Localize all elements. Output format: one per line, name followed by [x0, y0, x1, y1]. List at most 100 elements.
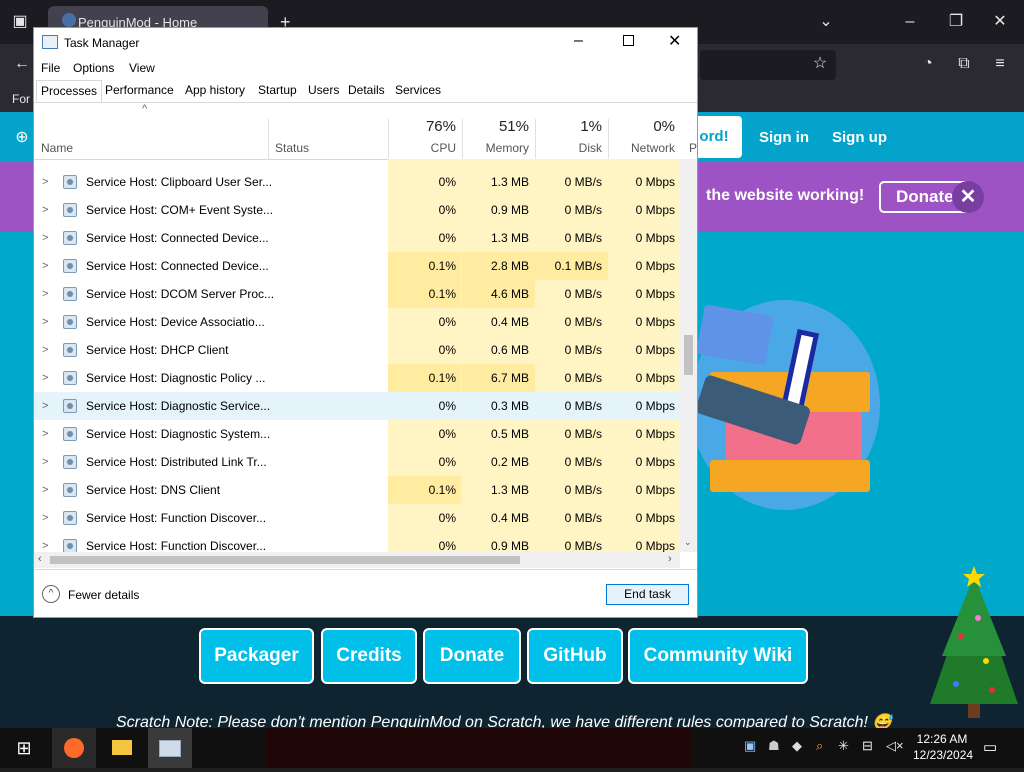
task-manager-footer: ^ Fewer details End task — [34, 569, 697, 618]
tray-icon-5[interactable]: ✳ — [838, 738, 849, 754]
tab-list-icon[interactable]: ▣ — [8, 12, 32, 32]
task-manager-taskbar-icon[interactable] — [148, 728, 192, 768]
expand-chevron-icon[interactable]: > — [42, 364, 54, 392]
process-row[interactable]: > Service Host: DNS Client 0.1% 1.3 MB 0 MB/… — [34, 476, 680, 504]
tab-users[interactable]: Users — [304, 80, 343, 101]
column-disk[interactable]: Disk — [535, 141, 602, 155]
expand-chevron-icon[interactable]: > — [42, 280, 54, 308]
tab-performance[interactable]: Performance — [101, 80, 178, 101]
menu-view[interactable]: View — [129, 61, 155, 75]
sign-up-link[interactable]: Sign up — [832, 129, 887, 146]
expand-chevron-icon[interactable]: > — [42, 448, 54, 476]
vertical-scrollbar[interactable]: ⌄ — [680, 159, 697, 552]
tab-app-history[interactable]: App history — [181, 80, 249, 101]
process-row[interactable]: > Service Host: Function Discover... 0% 0.9… — [34, 532, 680, 552]
expand-chevron-icon[interactable]: > — [42, 168, 54, 196]
menu-icon[interactable]: ≡ — [988, 54, 1012, 74]
disk-total: 1% — [580, 118, 602, 135]
end-task-button[interactable]: End task — [606, 584, 689, 605]
file-explorer-icon[interactable] — [100, 728, 144, 768]
process-row[interactable]: > Service Host: COM+ Event Syste... 0% 0.9 … — [34, 196, 680, 224]
expand-chevron-icon[interactable]: > — [42, 532, 54, 552]
tm-close-icon[interactable]: ✕ — [668, 31, 681, 51]
vertical-scrollbar-thumb[interactable] — [684, 335, 693, 375]
service-gear-icon — [63, 455, 77, 469]
process-row[interactable]: > Service Host: Diagnostic System... 0% 0.5… — [34, 420, 680, 448]
windows-start-icon[interactable]: ⊞ — [2, 728, 46, 768]
chevron-down-icon[interactable]: ⌄ — [814, 12, 838, 32]
expand-chevron-icon[interactable]: > — [42, 196, 54, 224]
horizontal-scrollbar-thumb[interactable] — [50, 556, 520, 564]
sign-in-link[interactable]: Sign in — [759, 129, 809, 146]
process-row[interactable]: > Service Host: Diagnostic Policy ... 0.1%… — [34, 364, 680, 392]
search-tray-icon[interactable]: ⌕ — [816, 738, 823, 754]
scroll-left-icon[interactable]: ‹ — [38, 553, 42, 565]
expand-chevron-icon[interactable]: > — [42, 252, 54, 280]
service-gear-icon — [63, 203, 77, 217]
tab-details[interactable]: Details — [344, 80, 389, 101]
clock[interactable]: 12:26 AM 12/23/2024 — [913, 732, 973, 762]
process-row[interactable]: > Service Host: DCOM Server Proc... 0.1% 4.… — [34, 280, 680, 308]
horizontal-scrollbar[interactable]: ‹ › — [34, 552, 680, 568]
minimize-icon[interactable]: – — [898, 12, 922, 32]
process-row[interactable]: > Service Host: DHCP Client 0% 0.6 MB 0 MB/s… — [34, 336, 680, 364]
tray-icon-1[interactable]: ▣ — [744, 738, 756, 754]
expand-chevron-icon[interactable]: > — [42, 420, 54, 448]
network-icon[interactable]: ⊟ — [862, 738, 873, 754]
tm-maximize-icon[interactable] — [623, 35, 634, 46]
bookmark-item[interactable]: For — [12, 92, 30, 106]
packager-button[interactable]: Packager — [199, 628, 314, 684]
notifications-icon[interactable]: ▭ — [983, 738, 997, 756]
process-name: Service Host: COM+ Event Syste... — [86, 203, 274, 217]
scroll-right-icon[interactable]: › — [668, 553, 672, 565]
tm-minimize-icon[interactable]: – — [574, 32, 583, 50]
process-row[interactable]: > Service Host: Device Associatio... 0% 0.4… — [34, 308, 680, 336]
donate-footer-button[interactable]: Donate — [423, 628, 521, 684]
column-network[interactable]: Network — [608, 141, 675, 155]
github-button[interactable]: GitHub — [527, 628, 623, 684]
expand-chevron-icon[interactable]: > — [42, 504, 54, 532]
task-manager-titlebar[interactable]: Task Manager – ✕ — [34, 28, 697, 58]
tab-services[interactable]: Services — [391, 80, 445, 101]
column-power[interactable]: P — [689, 141, 697, 155]
tray-icon-2[interactable]: ☗ — [768, 738, 780, 754]
process-disk: 0 MB/s — [564, 511, 602, 525]
restore-icon[interactable]: ❐ — [944, 12, 968, 32]
process-cpu: 0% — [438, 455, 456, 469]
expand-chevron-icon[interactable]: > — [42, 476, 54, 504]
credits-button[interactable]: Credits — [321, 628, 417, 684]
community-wiki-button[interactable]: Community Wiki — [628, 628, 808, 684]
column-cpu[interactable]: CPU — [388, 141, 456, 155]
process-row[interactable]: > Service Host: Clipboard User Ser... 0% 1.… — [34, 168, 680, 196]
menu-file[interactable]: File — [41, 61, 60, 75]
expand-chevron-icon[interactable]: > — [42, 308, 54, 336]
fewer-details-link[interactable]: Fewer details — [68, 588, 139, 602]
process-row[interactable]: > Service Host: Function Discover... 0% 0.4… — [34, 504, 680, 532]
process-memory: 0.6 MB — [490, 343, 529, 357]
expand-chevron-icon[interactable]: > — [42, 336, 54, 364]
extensions-icon[interactable]: ⧉ — [952, 54, 976, 74]
scroll-down-icon[interactable]: ⌄ — [684, 537, 692, 548]
back-arrow-icon[interactable]: ← — [10, 54, 34, 74]
collapse-up-icon[interactable]: ^ — [42, 585, 60, 603]
tab-processes[interactable]: Processes — [36, 80, 103, 102]
tab-startup[interactable]: Startup — [254, 80, 301, 101]
process-row[interactable]: > Service Host: Connected Device... 0.1% 2.… — [34, 252, 680, 280]
column-status[interactable]: Status — [275, 141, 309, 155]
process-row[interactable]: > Service Host: Diagnostic Service... 0% 0.… — [34, 392, 680, 420]
column-name[interactable]: Name — [41, 141, 73, 155]
process-row[interactable]: > Service Host: Distributed Link Tr... 0% 0… — [34, 448, 680, 476]
firefox-taskbar-icon[interactable] — [52, 728, 96, 768]
gauge-icon[interactable]: ◔ — [916, 54, 940, 74]
menu-options[interactable]: Options — [73, 61, 114, 75]
globe-icon[interactable]: ⊕ — [10, 128, 34, 148]
process-row[interactable]: > Service Host: Connected Device... 0% 1.3 … — [34, 224, 680, 252]
close-window-icon[interactable]: ✕ — [988, 12, 1012, 32]
expand-chevron-icon[interactable]: > — [42, 392, 54, 420]
column-memory[interactable]: Memory — [462, 141, 529, 155]
star-icon[interactable]: ☆ — [808, 54, 832, 74]
expand-chevron-icon[interactable]: > — [42, 224, 54, 252]
tray-icon-3[interactable]: ◆ — [792, 738, 802, 754]
volume-muted-icon[interactable]: ◁× — [886, 738, 904, 754]
banner-close-button[interactable]: ✕ — [952, 181, 984, 213]
